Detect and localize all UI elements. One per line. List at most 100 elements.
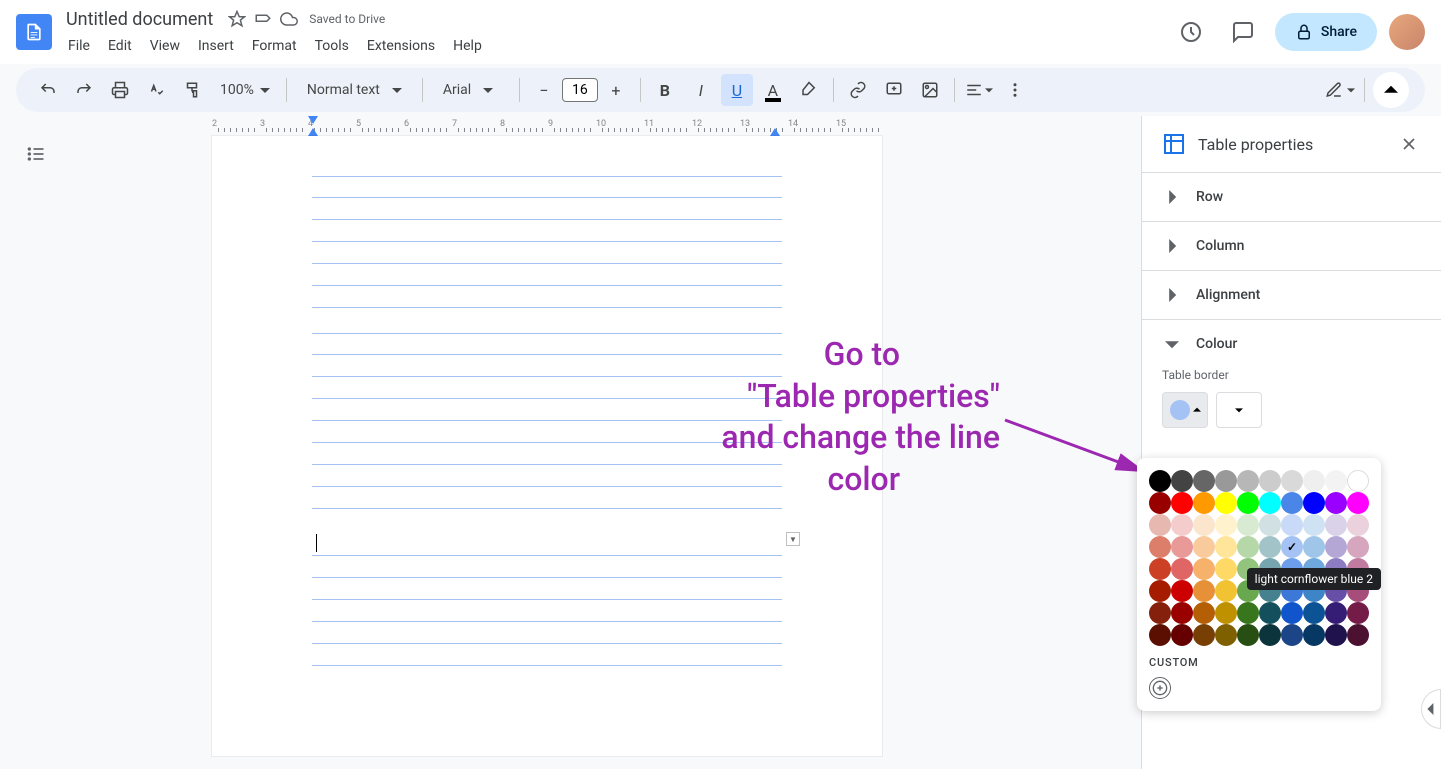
color-swatch-cell[interactable] [1193, 580, 1215, 602]
color-swatch-cell[interactable] [1281, 492, 1303, 514]
table-handle-icon[interactable]: ▼ [786, 532, 800, 546]
color-swatch-cell[interactable] [1171, 492, 1193, 514]
bold-button[interactable]: B [649, 74, 681, 106]
horizontal-ruler[interactable]: 23456789101112131415 [212, 116, 1141, 136]
color-swatch-cell[interactable] [1193, 624, 1215, 646]
color-swatch-cell[interactable] [1325, 624, 1347, 646]
editing-mode-button[interactable] [1324, 74, 1356, 106]
more-button[interactable] [999, 74, 1031, 106]
menu-format[interactable]: Format [244, 34, 305, 58]
color-swatch-cell[interactable] [1259, 602, 1281, 624]
share-button[interactable]: Share [1275, 13, 1377, 51]
color-swatch-cell[interactable] [1149, 492, 1171, 514]
vertical-ruler[interactable] [72, 116, 92, 769]
spellcheck-button[interactable] [140, 74, 172, 106]
highlight-button[interactable] [793, 74, 825, 106]
color-swatch-cell[interactable] [1325, 602, 1347, 624]
star-icon[interactable] [227, 9, 247, 29]
menu-insert[interactable]: Insert [190, 34, 242, 58]
text-color-button[interactable]: A [757, 74, 789, 106]
color-swatch-cell[interactable] [1149, 602, 1171, 624]
close-panel-button[interactable] [1397, 132, 1421, 156]
color-swatch-cell[interactable] [1325, 514, 1347, 536]
zoom-select[interactable]: 100% [212, 78, 278, 102]
color-swatch-cell[interactable] [1281, 602, 1303, 624]
cloud-icon[interactable] [279, 9, 299, 29]
color-swatch-cell[interactable] [1171, 514, 1193, 536]
color-swatch-cell[interactable] [1215, 536, 1237, 558]
color-swatch-cell[interactable] [1193, 558, 1215, 580]
color-swatch-cell[interactable] [1193, 470, 1215, 492]
menu-file[interactable]: File [60, 34, 98, 58]
border-width-dropdown[interactable] [1216, 392, 1262, 428]
color-swatch-cell[interactable] [1281, 624, 1303, 646]
color-swatch-cell[interactable] [1215, 514, 1237, 536]
menu-tools[interactable]: Tools [307, 34, 357, 58]
color-swatch-cell[interactable] [1149, 580, 1171, 602]
color-swatch-cell[interactable] [1281, 536, 1303, 558]
colour-section-header[interactable]: Colour [1142, 320, 1441, 368]
alignment-section-header[interactable]: Alignment [1142, 271, 1441, 319]
outline-button[interactable] [18, 136, 54, 172]
color-swatch-cell[interactable] [1237, 624, 1259, 646]
color-swatch-cell[interactable] [1347, 492, 1369, 514]
align-button[interactable] [963, 74, 995, 106]
color-swatch-cell[interactable] [1149, 558, 1171, 580]
font-size-input[interactable] [562, 78, 598, 102]
color-swatch-cell[interactable] [1193, 514, 1215, 536]
history-icon[interactable] [1171, 12, 1211, 52]
color-swatch-cell[interactable] [1149, 624, 1171, 646]
color-swatch-cell[interactable] [1325, 536, 1347, 558]
color-swatch-cell[interactable] [1171, 470, 1193, 492]
add-custom-color-button[interactable] [1149, 677, 1171, 699]
insert-image-button[interactable] [914, 74, 946, 106]
color-swatch-cell[interactable] [1171, 536, 1193, 558]
color-swatch-cell[interactable] [1215, 580, 1237, 602]
color-swatch-cell[interactable] [1237, 470, 1259, 492]
underline-button[interactable]: U [721, 74, 753, 106]
color-swatch-cell[interactable] [1171, 558, 1193, 580]
italic-button[interactable]: I [685, 74, 717, 106]
color-swatch-cell[interactable] [1303, 536, 1325, 558]
color-swatch-cell[interactable] [1347, 470, 1369, 492]
color-swatch-cell[interactable] [1215, 558, 1237, 580]
color-swatch-cell[interactable] [1303, 624, 1325, 646]
collapse-toolbar-button[interactable] [1373, 72, 1409, 108]
color-swatch-cell[interactable] [1281, 514, 1303, 536]
menu-view[interactable]: View [142, 34, 188, 58]
color-swatch-cell[interactable] [1193, 492, 1215, 514]
column-section-header[interactable]: Column [1142, 222, 1441, 270]
decrease-font-button[interactable]: − [528, 74, 560, 106]
color-swatch-cell[interactable] [1303, 514, 1325, 536]
increase-font-button[interactable]: + [600, 74, 632, 106]
add-comment-button[interactable] [878, 74, 910, 106]
document-title[interactable]: Untitled document [60, 7, 219, 32]
color-swatch-cell[interactable] [1281, 470, 1303, 492]
docs-logo-icon[interactable] [16, 14, 52, 50]
color-swatch-cell[interactable] [1193, 602, 1215, 624]
color-swatch-cell[interactable] [1259, 624, 1281, 646]
print-button[interactable] [104, 74, 136, 106]
user-avatar[interactable] [1389, 14, 1425, 50]
color-swatch-cell[interactable] [1149, 536, 1171, 558]
color-swatch-cell[interactable] [1149, 514, 1171, 536]
color-swatch-cell[interactable] [1347, 536, 1369, 558]
undo-button[interactable] [32, 74, 64, 106]
color-swatch-cell[interactable] [1303, 602, 1325, 624]
color-swatch-cell[interactable] [1149, 470, 1171, 492]
row-section-header[interactable]: Row [1142, 173, 1441, 221]
color-swatch-cell[interactable] [1215, 602, 1237, 624]
color-swatch-cell[interactable] [1171, 580, 1193, 602]
color-swatch-cell[interactable] [1237, 536, 1259, 558]
menu-extensions[interactable]: Extensions [359, 34, 443, 58]
color-swatch-cell[interactable] [1171, 602, 1193, 624]
color-swatch-cell[interactable] [1215, 470, 1237, 492]
color-swatch-cell[interactable] [1259, 470, 1281, 492]
redo-button[interactable] [68, 74, 100, 106]
color-swatch-cell[interactable] [1325, 492, 1347, 514]
color-swatch-cell[interactable] [1347, 514, 1369, 536]
comments-icon[interactable] [1223, 12, 1263, 52]
border-color-dropdown[interactable] [1162, 392, 1208, 428]
color-swatch-cell[interactable] [1347, 602, 1369, 624]
color-swatch-cell[interactable] [1193, 536, 1215, 558]
